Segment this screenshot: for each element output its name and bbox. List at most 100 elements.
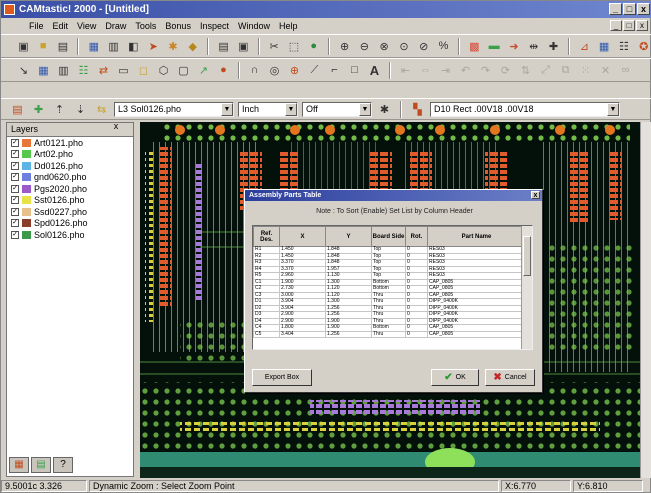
layer-visible-checkbox[interactable]: ✓ xyxy=(11,196,19,205)
rect-icon[interactable]: ▢ xyxy=(175,62,192,79)
chevron-down-icon[interactable]: ▼ xyxy=(359,102,371,116)
layer-item[interactable]: ✓ Dd0126.pho xyxy=(7,160,133,172)
layer-item[interactable]: ✓ Art02.pho xyxy=(7,149,133,161)
cut-icon[interactable]: ✂ xyxy=(266,38,283,55)
column-header[interactable]: Part Name xyxy=(427,226,526,247)
mode-select[interactable]: Off ▼ xyxy=(302,101,372,117)
tab-help-icon[interactable]: ? xyxy=(53,457,73,473)
properties-icon[interactable]: ● xyxy=(305,38,322,55)
menu-help[interactable]: Help xyxy=(279,21,298,31)
layer-item[interactable]: ✓ Sol0126.pho xyxy=(7,229,133,241)
polyline-icon[interactable]: ⌐ xyxy=(326,62,343,79)
table-row[interactable]: C5 3.404 1.256 Thru 0 CAP_0805 xyxy=(253,330,526,338)
aperture-icon[interactable]: ◆ xyxy=(184,38,201,55)
menu-file[interactable]: File xyxy=(29,21,44,31)
menu-draw[interactable]: Draw xyxy=(105,21,126,31)
grid-snap-icon[interactable]: ▥ xyxy=(55,62,72,79)
doc-minimize-button[interactable]: _ xyxy=(610,20,622,31)
measure-icon[interactable]: ⊿ xyxy=(576,38,593,55)
snap-icon[interactable]: ✱ xyxy=(376,101,393,118)
zoom-in-icon[interactable]: ⊕ xyxy=(336,38,353,55)
open-file-icon[interactable]: ■ xyxy=(35,38,52,55)
layer-visible-checkbox[interactable]: ✓ xyxy=(11,219,19,228)
chevron-down-icon[interactable]: ▼ xyxy=(285,102,297,116)
layer-down-icon[interactable]: ⇣ xyxy=(72,101,89,118)
target-icon[interactable]: ⊕ xyxy=(286,62,303,79)
drill-icon[interactable]: ✪ xyxy=(635,38,651,55)
crosshair-icon[interactable]: ✚ xyxy=(545,38,562,55)
menu-view[interactable]: View xyxy=(77,21,96,31)
zoom-fit-icon[interactable]: ⊙ xyxy=(396,38,413,55)
line-icon[interactable]: ⟋ xyxy=(306,62,323,79)
tab-layers-icon[interactable]: ▦ xyxy=(9,457,29,473)
print-preview-icon[interactable]: ▣ xyxy=(235,38,252,55)
parts-grid[interactable]: Ref. Des. X Y Board Side Rot. Part Name R1 1.4… xyxy=(252,225,533,350)
close-button[interactable]: x xyxy=(637,3,650,15)
layer-visible-checkbox[interactable]: ✓ xyxy=(11,150,19,159)
text-icon[interactable]: A xyxy=(366,62,383,79)
select-icon[interactable]: ↘ xyxy=(15,62,32,79)
column-header[interactable]: Board Side xyxy=(371,226,406,247)
layer-visible-checkbox[interactable]: ✓ xyxy=(11,184,19,193)
box-icon[interactable]: □ xyxy=(346,62,363,79)
menu-edit[interactable]: Edit xyxy=(53,21,69,31)
aperture-list-icon[interactable]: ☷ xyxy=(75,62,92,79)
layer-visible-checkbox[interactable]: ✓ xyxy=(11,173,19,182)
polygon-icon[interactable]: ⬡ xyxy=(155,62,172,79)
layer-toggle-icon[interactable]: ⇆ xyxy=(93,101,110,118)
layer-manager-icon[interactable]: ▤ xyxy=(9,101,26,118)
arrow-right-icon[interactable]: ➜ xyxy=(506,38,523,55)
minimize-button[interactable]: _ xyxy=(609,3,622,15)
units-select[interactable]: Inch ▼ xyxy=(238,101,298,117)
layer-color-icon[interactable]: ▬ xyxy=(486,38,503,55)
ok-button[interactable]: ✔ OK xyxy=(431,369,479,386)
column-header[interactable]: Y xyxy=(325,226,372,247)
trace-icon[interactable]: ↗ xyxy=(195,62,212,79)
settings-icon[interactable]: ✱ xyxy=(165,38,182,55)
layer-item[interactable]: ✓ Spd0126.pho xyxy=(7,218,133,230)
menu-tools[interactable]: Tools xyxy=(135,21,156,31)
canvas-vertical-scrollbar[interactable] xyxy=(640,122,651,478)
save-icon[interactable]: ▤ xyxy=(55,38,72,55)
arc-icon[interactable]: ∩ xyxy=(246,62,263,79)
layer-item[interactable]: ✓ Ssd0227.pho xyxy=(7,206,133,218)
chevron-down-icon[interactable]: ▼ xyxy=(221,102,233,116)
doc-close-button[interactable]: x xyxy=(636,20,648,31)
doc-restore-button[interactable]: □ xyxy=(623,20,635,31)
via-icon[interactable]: ● xyxy=(215,62,232,79)
layer-visible-checkbox[interactable]: ✓ xyxy=(11,161,19,170)
column-header[interactable]: Rot. xyxy=(405,226,428,247)
column-header[interactable]: Ref. Des. xyxy=(253,226,280,247)
mirror-icon[interactable]: ⇹ xyxy=(525,38,542,55)
netlist-icon[interactable]: ☷ xyxy=(616,38,633,55)
menu-inspect[interactable]: Inspect xyxy=(200,21,229,31)
table-icon[interactable]: ▦ xyxy=(596,38,613,55)
tab-apertures-icon[interactable]: ▤ xyxy=(31,457,51,473)
panel-close-icon[interactable]: x xyxy=(110,122,122,133)
grid-scroll-thumb[interactable] xyxy=(523,236,531,276)
maximize-button[interactable]: □ xyxy=(623,3,636,15)
import-icon[interactable]: ◧ xyxy=(125,38,142,55)
zoom-previous-icon[interactable]: ⊘ xyxy=(415,38,432,55)
add-layer-icon[interactable]: ✚ xyxy=(30,101,47,118)
new-file-icon[interactable]: ▣ xyxy=(15,38,32,55)
zoom-window-icon[interactable]: ⊗ xyxy=(376,38,393,55)
grid-vertical-scrollbar[interactable] xyxy=(521,226,532,349)
layer-table-icon[interactable]: ▦ xyxy=(35,62,52,79)
pad-icon[interactable]: ▭ xyxy=(115,62,132,79)
print-icon[interactable]: ▤ xyxy=(215,38,232,55)
export-box-button[interactable]: Export Box xyxy=(252,369,312,386)
layer-visible-checkbox[interactable]: ✓ xyxy=(11,207,19,216)
paste-icon[interactable]: ⬚ xyxy=(286,38,303,55)
chevron-down-icon[interactable]: ▼ xyxy=(607,102,619,116)
move-icon[interactable]: ⇄ xyxy=(95,62,112,79)
cancel-button[interactable]: ✖ Cancel xyxy=(485,369,535,386)
layer-item[interactable]: ✓ Art0121.pho xyxy=(7,137,133,149)
active-layer-select[interactable]: L3 Sol0126.pho ▼ xyxy=(114,101,234,117)
menu-window[interactable]: Window xyxy=(238,21,270,31)
layer-up-icon[interactable]: ⇡ xyxy=(51,101,68,118)
circle-icon[interactable]: ◎ xyxy=(266,62,283,79)
grid-icon[interactable]: ▥ xyxy=(105,38,122,55)
layer-item[interactable]: ✓ Sst0126.pho xyxy=(7,195,133,207)
layers-icon[interactable]: ▦ xyxy=(85,38,102,55)
